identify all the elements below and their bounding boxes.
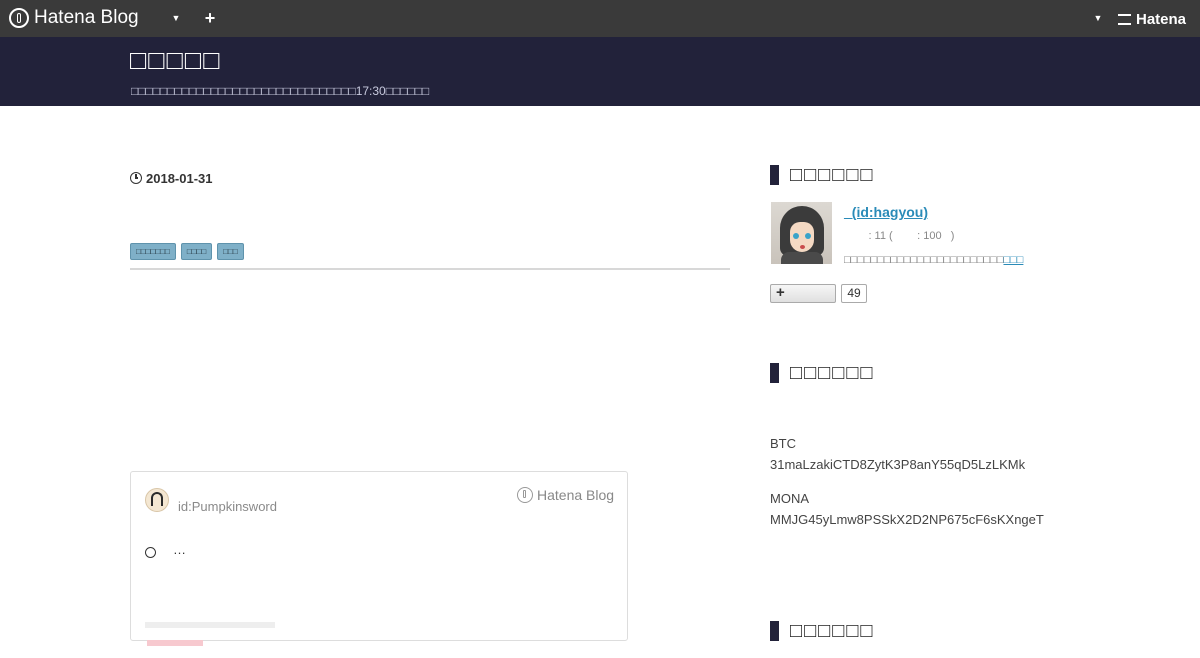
mona-label: MONA [770,491,809,506]
profile-stats: : 11 ( : 100 ) [844,230,955,242]
entry-date[interactable]: 2018-01-31 [130,169,213,187]
hatena-blog-logo-icon [517,487,533,503]
embed-brand: Hatena Blog [517,486,614,504]
profile-avatar[interactable] [771,202,832,264]
category-tag[interactable]: □□□□□□□ [130,243,176,260]
heading-bar [770,165,779,185]
btc-address: 31maLzakiCTD8ZytK3P8anY55qD5LzLKMk [770,457,1026,472]
category-tag[interactable]: □□□ [217,243,244,260]
profile-bio: □□□□□□□□□□□□□□□□□□□□□□□□□□□ [844,254,1023,266]
category-tag[interactable]: □□□□ [180,243,213,260]
next-section-heading: □□□□□□ [770,620,874,642]
follower-count: 49 [841,284,867,303]
next-section-title: □□□□□□ [790,619,875,642]
embed-footer-text [145,622,275,628]
logo-text: Hatena Blog [34,7,139,28]
btc-label: BTC [770,436,796,451]
profile-name-link[interactable]: _(id:hagyou) [844,204,928,220]
account-dropdown-icon[interactable]: ▼ [1092,10,1104,26]
donation-section-heading: □□□□□□ [770,362,874,384]
avatar-eye [793,233,799,239]
mona-address: MMJG45yLmw8PSSkX2D2NP675cF6sKXngeT [770,512,1044,527]
heading-bar [770,363,779,383]
embed-brand-text: Hatena Blog [537,487,615,503]
embed-user-id[interactable]: id:Pumpkinsword [178,499,277,514]
avatar-body [781,252,823,264]
avatar-mouth [800,245,805,249]
hatena-wave-icon [1118,13,1131,25]
donation-section-title: □□□□□□ [790,361,875,384]
entry-date-text: 2018-01-31 [146,170,213,186]
blog-description: □□□□□□□□□□□□□□□□□□□□□□□□□□□□□□□17:30□□□□… [131,84,430,98]
hatena-blog-logo[interactable]: Hatena Blog [9,6,139,30]
entry-divider [130,268,730,270]
embed-excerpt: … [173,542,186,557]
menu-dropdown-icon[interactable]: ▼ [170,10,182,26]
embed-card[interactable]: id:Pumpkinsword Hatena Blog … [130,471,628,646]
hatena-logo[interactable]: Hatena [1118,9,1186,29]
circle-icon [145,547,156,558]
heading-bar [770,621,779,641]
blog-title[interactable]: □□□□□ [130,45,222,76]
headphones-avatar-icon [145,488,169,512]
clock-icon [130,172,142,184]
category-list: □□□□□□□ □□□□ □□□ [130,243,244,260]
profile-section-heading: □□□□□□ [770,164,874,186]
embed-footer [145,622,325,646]
profile-section-title: □□□□□□ [790,163,875,186]
write-post-plus-icon[interactable]: + [202,8,218,28]
global-header: Hatena Blog ▼ + ▼ Hatena [0,0,1200,37]
avatar-eye [805,233,811,239]
profile-bio-link[interactable]: □□□ [1003,254,1023,266]
blog-header: □□□□□ □□□□□□□□□□□□□□□□□□□□□□□□□□□□□□□17:… [0,37,1200,106]
hatena-text: Hatena [1136,10,1187,28]
follow-button[interactable]: + [770,284,836,303]
hatena-blog-logo-icon [9,8,29,28]
embed-footer-badge [147,640,203,646]
plus-icon: + [776,284,785,301]
profile-bio-text: □□□□□□□□□□□□□□□□□□□□□□□□ [844,254,1004,266]
